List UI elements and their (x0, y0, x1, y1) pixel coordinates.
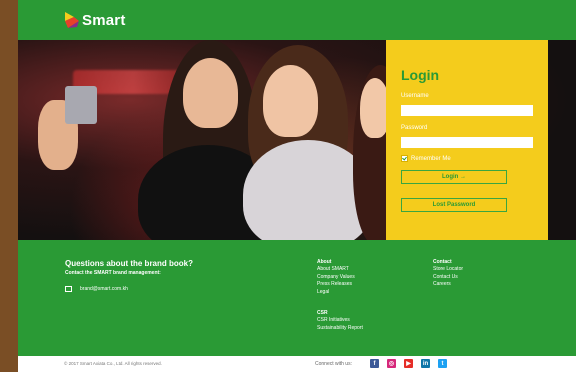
left-frame-border (0, 0, 18, 372)
remember-me-checkbox[interactable] (401, 155, 408, 162)
youtube-icon-glyph: ▶ (406, 361, 411, 367)
login-panel: Login Username Password Remember Me Logi… (386, 40, 548, 240)
linkedin-icon-glyph: in (422, 360, 429, 367)
footer-link-sustainability-report[interactable]: Sustainability Report (317, 325, 363, 332)
site-header: Smart (18, 0, 576, 40)
twitter-icon[interactable]: t (438, 359, 447, 368)
footer-csr-title: CSR (317, 310, 328, 316)
connect-label: Connect with us: (315, 361, 352, 367)
smart-logo-icon (65, 12, 79, 28)
footer-about-title: About (317, 259, 332, 265)
footer-link-contact-us[interactable]: Contact Us (433, 274, 463, 281)
smart-logo-text: Smart (82, 11, 126, 29)
mail-icon (65, 286, 72, 292)
footer-question-subtitle: Contact the SMART brand management: (65, 270, 161, 276)
facebook-icon[interactable]: f (370, 359, 379, 368)
hero-phone (65, 86, 97, 124)
twitter-icon-glyph: t (441, 360, 444, 367)
footer-email[interactable]: brand@smart.com.kh (65, 286, 128, 292)
login-title: Login (401, 67, 440, 83)
copyright-text: © 2017 Smart Axiata Co., Ltd. All rights… (64, 361, 162, 366)
hero-person-left-face (183, 58, 238, 128)
instagram-icon[interactable]: ◎ (387, 359, 396, 368)
footer-link-press-releases[interactable]: Press Releases (317, 281, 355, 288)
footer-link-about-smart[interactable]: About SMART (317, 266, 355, 273)
site-footer: Questions about the brand book? Contact … (18, 240, 576, 356)
footer-link-csr-initiatives[interactable]: CSR Initiatives (317, 317, 363, 324)
footer-about-column: About About SMART Company Values Press R… (317, 259, 355, 296)
footer-link-company-values[interactable]: Company Values (317, 274, 355, 281)
footer-contact-title: Contact (433, 259, 452, 265)
footer-csr-column: CSR CSR Initiatives Sustainability Repor… (317, 310, 363, 332)
password-label: Password (401, 125, 428, 131)
footer-link-store-locator[interactable]: Store Locator (433, 266, 463, 273)
footer-question-title: Questions about the brand book? (65, 259, 193, 268)
remember-me[interactable]: Remember Me (401, 155, 451, 162)
footer-contact-column: Contact Store Locator Contact Us Careers (433, 259, 463, 289)
remember-me-label: Remember Me (411, 155, 451, 162)
bottom-bar: © 2017 Smart Axiata Co., Ltd. All rights… (18, 356, 576, 372)
footer-link-careers[interactable]: Careers (433, 281, 463, 288)
password-input[interactable] (401, 137, 533, 148)
hero-person-middle-face (263, 65, 318, 137)
login-button[interactable]: Login → (401, 170, 507, 184)
smart-logo[interactable]: Smart (65, 12, 126, 29)
footer-link-legal[interactable]: Legal (317, 289, 355, 296)
lost-password-button[interactable]: Lost Password (401, 198, 507, 212)
youtube-icon[interactable]: ▶ (404, 359, 413, 368)
instagram-icon-glyph: ◎ (388, 361, 395, 367)
username-input[interactable] (401, 105, 533, 116)
linkedin-icon[interactable]: in (421, 359, 430, 368)
facebook-icon-glyph: f (373, 360, 376, 367)
username-label: Username (401, 93, 429, 99)
footer-email-link[interactable]: brand@smart.com.kh (80, 286, 128, 292)
